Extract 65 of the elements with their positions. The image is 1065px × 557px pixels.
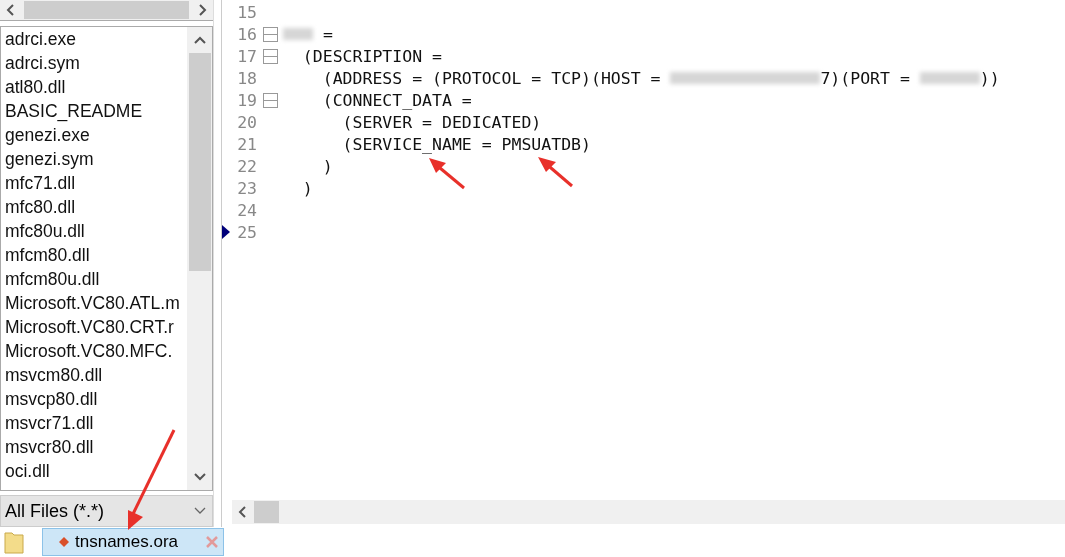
scroll-down-icon[interactable]	[192, 472, 207, 482]
fold-toggle-icon[interactable]	[262, 26, 278, 42]
file-item[interactable]: genezi.exe	[5, 123, 187, 147]
file-item[interactable]: mfc71.dll	[5, 171, 187, 195]
code-text: ))	[979, 68, 1000, 88]
file-item[interactable]: Microsoft.VC80.CRT.r	[5, 315, 187, 339]
file-item[interactable]: mfcm80u.dll	[5, 267, 187, 291]
scroll-right-icon[interactable]	[197, 3, 207, 17]
line-number: 24	[236, 200, 257, 220]
code-text: (CONNECT_DATA =	[321, 90, 472, 110]
folder-icon[interactable]	[4, 530, 24, 554]
line-number: 21	[236, 134, 257, 154]
horizontal-scrollbar[interactable]	[0, 0, 213, 21]
close-icon[interactable]	[205, 535, 219, 549]
fold-toggle-icon[interactable]	[262, 92, 278, 108]
vertical-scrollbar[interactable]	[187, 27, 212, 490]
horizontal-scrollbar[interactable]	[232, 500, 1065, 524]
annotation-arrow	[429, 158, 465, 190]
blurred-text	[283, 28, 313, 40]
file-item[interactable]: Microsoft.VC80.MFC.	[5, 339, 187, 363]
file-item[interactable]: mfc80.dll	[5, 195, 187, 219]
file-item[interactable]: msvcm80.dll	[5, 363, 187, 387]
line-number: 25	[236, 222, 257, 242]
line-number: 17	[236, 46, 257, 66]
code-text: )	[321, 156, 333, 176]
scroll-left-icon[interactable]	[238, 505, 248, 519]
code-text: (DESCRIPTION =	[301, 46, 442, 66]
caret-icon	[194, 507, 206, 515]
line-number: 15	[236, 2, 257, 22]
file-item[interactable]: mfcm80.dll	[5, 243, 187, 267]
filter-dropdown[interactable]: All Files (*.*)	[0, 495, 213, 527]
code-text: )	[301, 178, 313, 198]
blurred-text	[919, 72, 980, 84]
file-item[interactable]: msvcp80.dll	[5, 387, 187, 411]
line-number: 22	[236, 156, 257, 176]
code-text: 7)(PORT =	[820, 68, 911, 88]
scroll-thumb[interactable]	[188, 53, 211, 271]
pane-splitter[interactable]	[213, 0, 222, 527]
line-number: 20	[236, 112, 257, 132]
fold-toggle-icon[interactable]	[262, 48, 278, 64]
line-number: 23	[236, 178, 257, 198]
line-number: 18	[236, 68, 257, 88]
file-item[interactable]: msvcr71.dll	[5, 411, 187, 435]
code-text: (ADDRESS = (PROTOCOL = TCP)(HOST =	[321, 68, 662, 88]
scroll-up-icon[interactable]	[192, 35, 207, 45]
scroll-left-icon[interactable]	[6, 3, 16, 17]
annotation-arrow	[538, 157, 573, 188]
code-text: (SERVER = DEDICATED)	[341, 112, 542, 132]
file-item[interactable]: BASIC_README	[5, 99, 187, 123]
file-tab[interactable]: tnsnames.ora	[42, 528, 224, 556]
file-item[interactable]: msvcr80.dll	[5, 435, 187, 459]
line-number: 19	[236, 90, 257, 110]
file-item[interactable]: genezi.sym	[5, 147, 187, 171]
code-text: (SERVICE_NAME = PMSUATDB)	[341, 134, 591, 154]
scroll-thumb[interactable]	[254, 501, 279, 523]
file-item[interactable]: Microsoft.VC80.ATL.m	[5, 291, 187, 315]
file-item[interactable]: adrci.sym	[5, 51, 187, 75]
file-item[interactable]: mfc80u.dll	[5, 219, 187, 243]
line-number: 16	[236, 24, 257, 44]
file-item[interactable]: oci.dll	[5, 459, 187, 483]
diamond-icon	[59, 537, 69, 547]
file-item[interactable]: atl80.dll	[5, 75, 187, 99]
file-item[interactable]: adrci.exe	[5, 27, 187, 51]
scroll-thumb[interactable]	[24, 1, 189, 19]
code-text: =	[321, 24, 333, 44]
